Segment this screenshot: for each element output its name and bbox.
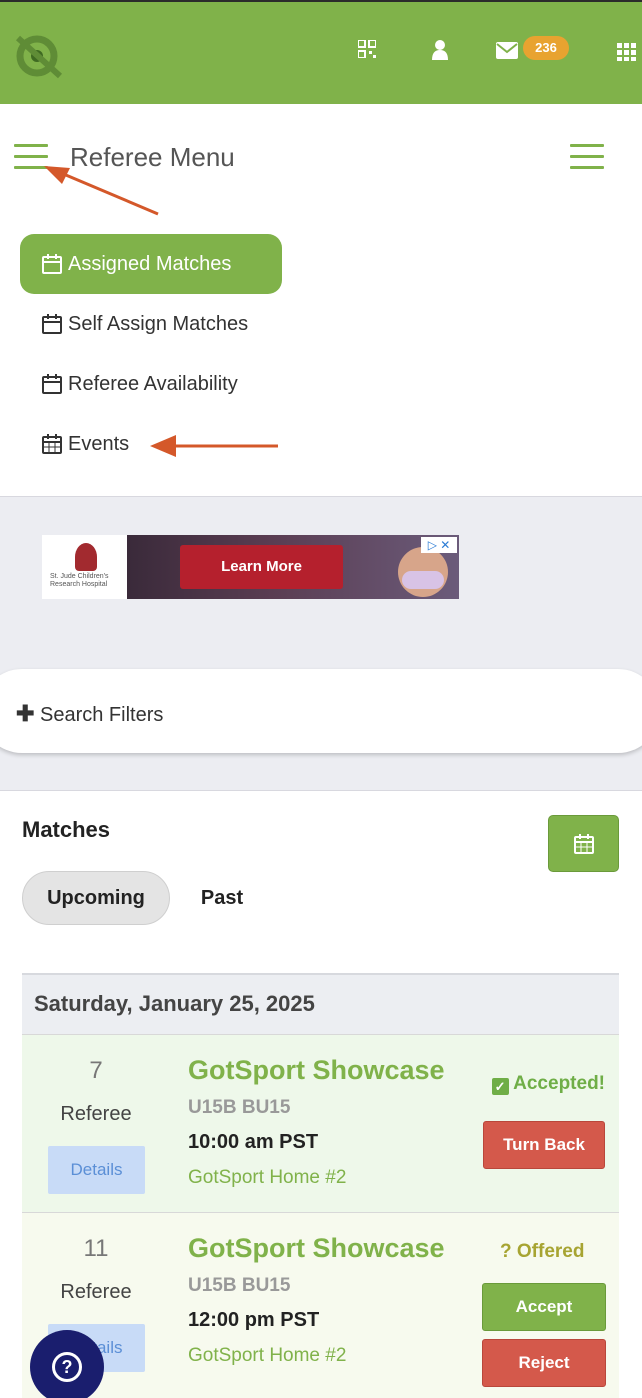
- details-button[interactable]: Details: [48, 1146, 145, 1194]
- ad-photo-mask: [402, 571, 444, 589]
- qr-code-icon[interactable]: [358, 40, 376, 58]
- learn-more-button[interactable]: Learn More: [180, 545, 343, 589]
- referee-menu: Referee Menu Assigned Matches Self Assig…: [0, 104, 642, 496]
- content-background: St. Jude Children's Research Hospital Le…: [0, 496, 642, 790]
- right-hamburger-menu-icon[interactable]: [570, 144, 604, 169]
- reject-button[interactable]: Reject: [482, 1339, 606, 1387]
- status-accepted: ✓ Accepted!: [491, 1073, 605, 1095]
- match-event-name[interactable]: GotSport Showcase: [188, 1055, 445, 1086]
- nav-assigned-matches[interactable]: Assigned Matches: [20, 234, 282, 294]
- nav-self-assign-matches[interactable]: Self Assign Matches: [20, 294, 282, 354]
- search-filters-toggle[interactable]: ✚ Search Filters: [16, 701, 163, 727]
- nav-label: Self Assign Matches: [68, 312, 249, 335]
- question-mark-icon: ?: [52, 1352, 82, 1382]
- status-offered: ? Offered: [500, 1241, 585, 1262]
- tab-upcoming[interactable]: Upcoming: [22, 871, 170, 925]
- plus-icon: ✚: [16, 701, 35, 726]
- message-count-badge[interactable]: 236: [523, 36, 569, 60]
- match-row: 11 Referee Details GotSport Showcase U15…: [22, 1212, 619, 1398]
- help-button[interactable]: ?: [30, 1330, 104, 1398]
- annotation-arrow-events: [150, 435, 278, 457]
- match-venue-link[interactable]: GotSport Home #2: [188, 1167, 346, 1189]
- match-role: Referee: [60, 1103, 132, 1125]
- search-filters-label: Search Filters: [40, 704, 164, 726]
- match-division: U15B BU15: [188, 1097, 291, 1118]
- checkbox-checked-icon: ✓: [491, 1078, 509, 1095]
- search-filters-card[interactable]: ✚ Search Filters: [0, 669, 642, 753]
- calendar-grid-icon: [42, 434, 62, 454]
- status-label: Accepted!: [513, 1073, 605, 1094]
- calendar-icon: [42, 254, 62, 274]
- calendar-icon: [42, 374, 62, 394]
- match-event-name[interactable]: GotSport Showcase: [188, 1233, 445, 1264]
- gotsport-logo[interactable]: [14, 32, 64, 82]
- calendar-icon: [42, 314, 62, 334]
- ad-sponsor-text: St. Jude Children's Research Hospital: [50, 573, 109, 588]
- annotation-arrow-hamburger: [44, 166, 159, 216]
- envelope-icon[interactable]: [496, 42, 518, 59]
- matches-section: Matches Upcoming Past Saturday, January …: [0, 790, 642, 1398]
- nav-label: Referee Availability: [68, 372, 238, 395]
- advertisement-banner[interactable]: St. Jude Children's Research Hospital Le…: [42, 535, 459, 599]
- top-navbar: 236: [0, 0, 642, 104]
- ad-close-icon[interactable]: ▷ ✕: [421, 537, 457, 553]
- match-time: 12:00 pm PST: [188, 1309, 320, 1331]
- match-venue-link[interactable]: GotSport Home #2: [188, 1345, 346, 1367]
- user-icon[interactable]: [432, 40, 448, 60]
- st-jude-logo: St. Jude Children's Research Hospital: [50, 543, 122, 589]
- calendar-view-button[interactable]: [548, 815, 619, 872]
- match-number: 7: [89, 1057, 103, 1084]
- nav-referee-availability[interactable]: Referee Availability: [20, 354, 282, 414]
- match-role: Referee: [60, 1281, 132, 1303]
- match-division: U15B BU15: [188, 1275, 291, 1296]
- match-row: 7 Referee Details GotSport Showcase U15B…: [22, 1034, 619, 1212]
- tab-past[interactable]: Past: [182, 871, 262, 925]
- turn-back-button[interactable]: Turn Back: [483, 1121, 605, 1169]
- nav-label: Events: [68, 432, 130, 455]
- match-time: 10:00 am PST: [188, 1131, 319, 1153]
- calendar-icon: [574, 834, 594, 854]
- nav-label: Assigned Matches: [68, 252, 232, 275]
- match-number: 11: [83, 1235, 109, 1262]
- grid-icon[interactable]: [617, 43, 639, 61]
- matches-title: Matches: [22, 817, 111, 842]
- accept-button[interactable]: Accept: [482, 1283, 606, 1331]
- date-header: Saturday, January 25, 2025: [22, 973, 619, 1034]
